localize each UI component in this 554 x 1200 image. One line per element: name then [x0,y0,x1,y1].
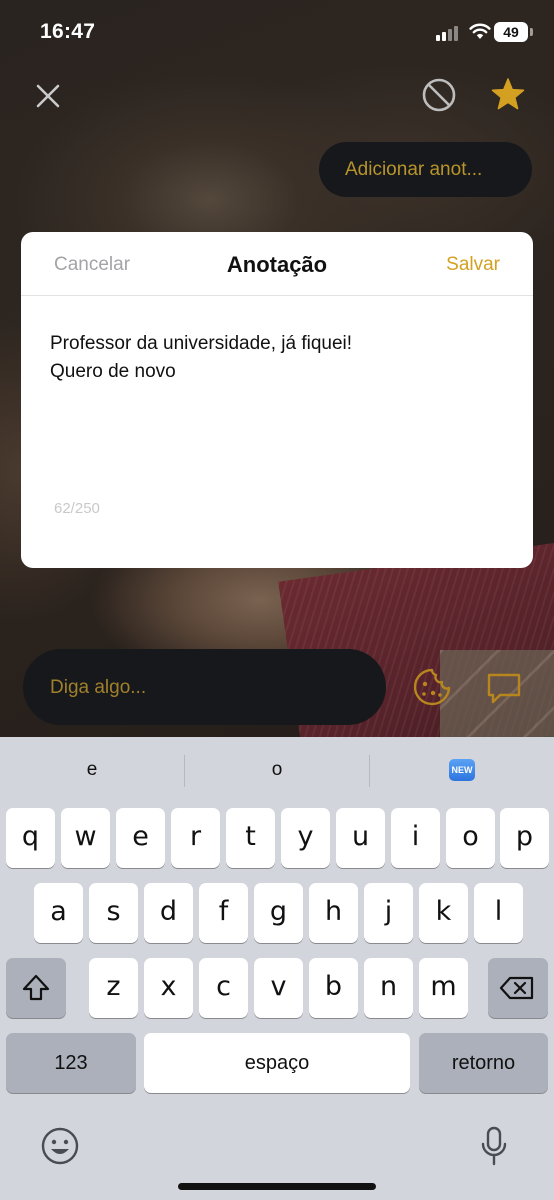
modal-header: Cancelar Anotação Salvar [21,232,533,296]
new-emoji-icon: NEW [449,759,475,781]
close-icon[interactable] [28,76,68,116]
key-o[interactable]: o [446,808,495,868]
key-m[interactable]: m [419,958,468,1018]
key-i[interactable]: i [391,808,440,868]
numbers-key[interactable]: 123 [6,1033,136,1093]
key-c[interactable]: c [199,958,248,1018]
message-input[interactable]: Diga algo... [23,649,386,725]
star-icon[interactable] [487,74,529,116]
save-button[interactable]: Salvar [446,254,500,276]
key-z[interactable]: z [89,958,138,1018]
key-j[interactable]: j [364,883,413,943]
backspace-key[interactable] [488,958,548,1018]
suggestion-item[interactable]: NEW [370,759,554,781]
key-r[interactable]: r [171,808,220,868]
key-h[interactable]: h [309,883,358,943]
add-note-button[interactable]: Adicionar anot... [319,142,532,197]
key-d[interactable]: d [144,883,193,943]
backspace-icon [499,976,534,1000]
key-u[interactable]: u [336,808,385,868]
shift-key[interactable] [6,958,66,1018]
suggestion-item[interactable]: o [185,759,369,781]
message-input-placeholder: Diga algo... [50,677,147,698]
wifi-icon [469,23,491,39]
key-f[interactable]: f [199,883,248,943]
suggestion-item[interactable]: e [0,759,184,781]
emoji-icon[interactable] [40,1126,80,1166]
key-e[interactable]: e [116,808,165,868]
key-t[interactable]: t [226,808,275,868]
key-p[interactable]: p [500,808,549,868]
character-counter: 62/250 [54,500,100,517]
key-g[interactable]: g [254,883,303,943]
key-a[interactable]: a [34,883,83,943]
note-modal: Cancelar Anotação Salvar Professor da un… [21,232,533,568]
key-x[interactable]: x [144,958,193,1018]
key-y[interactable]: y [281,808,330,868]
cellular-signal-icon [436,25,462,41]
key-b[interactable]: b [309,958,358,1018]
key-q[interactable]: q [6,808,55,868]
status-bar: 16:47 49 [0,0,554,64]
suggestion-bar: e o NEW [0,737,554,801]
key-v[interactable]: v [254,958,303,1018]
cookie-icon[interactable] [411,666,453,708]
key-l[interactable]: l [474,883,523,943]
status-time: 16:47 [40,20,96,43]
key-k[interactable]: k [419,883,468,943]
key-n[interactable]: n [364,958,413,1018]
chat-bubble-icon[interactable] [484,668,524,708]
return-key[interactable]: retorno [419,1033,548,1093]
home-indicator[interactable] [178,1183,376,1190]
space-key[interactable]: espaço [144,1033,410,1093]
microphone-icon[interactable] [479,1125,509,1167]
block-icon[interactable] [418,74,460,116]
key-s[interactable]: s [89,883,138,943]
note-textarea[interactable]: Professor da universidade, já fiquei! Qu… [50,330,500,386]
battery-indicator: 49 [494,22,528,42]
battery-tip [530,28,533,36]
key-w[interactable]: w [61,808,110,868]
shift-icon [22,974,50,1001]
